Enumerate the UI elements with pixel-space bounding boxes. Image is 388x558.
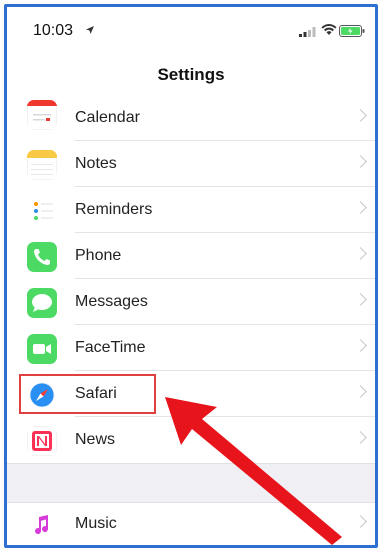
status-time: 10:03 [33, 22, 74, 39]
settings-row-phone[interactable]: Phone [7, 233, 375, 279]
chevron-right-icon [354, 155, 367, 168]
page-title: Settings [157, 65, 225, 84]
row-label: FaceTime [75, 339, 146, 356]
reminders-icon [27, 196, 57, 226]
music-icon [27, 510, 57, 540]
facetime-icon [27, 334, 57, 364]
safari-highlight-box [19, 374, 156, 414]
chevron-right-icon [354, 339, 367, 352]
notes-icon [27, 150, 57, 180]
settings-row-facetime[interactable]: FaceTime [7, 325, 375, 371]
row-label: Phone [75, 247, 122, 264]
chevron-right-icon [354, 293, 367, 306]
location-arrow-icon [86, 26, 94, 34]
calendar-icon [27, 100, 57, 130]
status-bar: 10:03 [7, 7, 375, 53]
row-label: News [75, 431, 116, 448]
news-icon [27, 426, 57, 456]
row-separator [75, 546, 375, 547]
signal-icon [299, 27, 316, 37]
settings-row-reminders[interactable]: Reminders [7, 187, 375, 233]
chevron-right-icon [354, 247, 367, 260]
settings-row-messages[interactable]: Messages [7, 279, 375, 325]
battery-icon [339, 25, 365, 37]
row-label: Messages [75, 293, 148, 310]
settings-row-calendar[interactable]: Calendar [7, 95, 375, 141]
chevron-right-icon [354, 109, 367, 122]
row-label: Notes [75, 155, 117, 172]
messages-icon [27, 288, 57, 318]
row-label: Calendar [75, 109, 140, 126]
wifi-icon [321, 24, 337, 35]
chevron-right-icon [354, 201, 367, 214]
phone-screen: 10:03 Settings Calendar Notes Reminders … [4, 4, 378, 548]
settings-row-notes[interactable]: Notes [7, 141, 375, 187]
row-label: Music [75, 515, 117, 532]
row-label: Reminders [75, 201, 153, 218]
red-arrow-annotation [165, 397, 342, 545]
phone-icon [27, 242, 57, 272]
